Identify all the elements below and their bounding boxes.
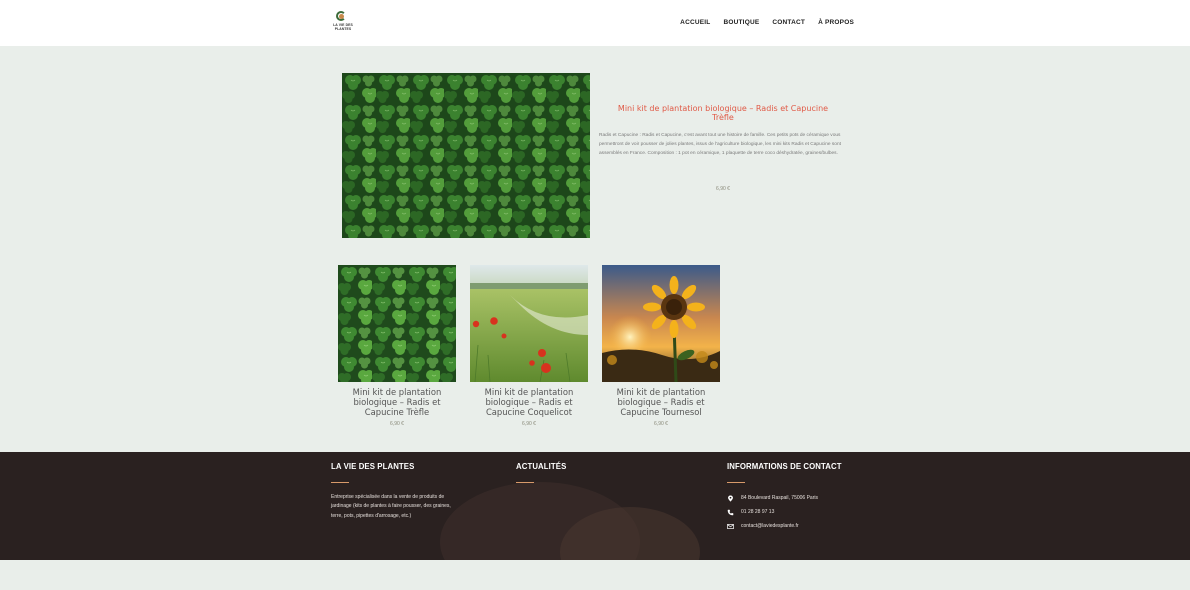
- footer-divider: [727, 482, 745, 483]
- product-price: 6,90 €: [654, 421, 668, 427]
- product-card[interactable]: Mini kit de plantation biologique – Radi…: [338, 265, 456, 427]
- footer-about: LA VIE DES PLANTES Entreprise spécialisé…: [331, 462, 459, 521]
- product-image[interactable]: [338, 265, 456, 382]
- seed-icon: [339, 14, 344, 19]
- product-image[interactable]: [602, 265, 720, 382]
- featured-product-price: 6,90 €: [716, 186, 730, 192]
- product-title[interactable]: Mini kit de plantation biologique – Radi…: [602, 387, 720, 417]
- product-title[interactable]: Mini kit de plantation biologique – Radi…: [470, 387, 588, 417]
- product-title[interactable]: Mini kit de plantation biologique – Radi…: [338, 387, 456, 417]
- footer-about-heading: LA VIE DES PLANTES: [331, 462, 415, 471]
- clover-image: [342, 73, 590, 238]
- nav-item-contact[interactable]: CONTACT: [772, 19, 805, 26]
- sunflower-image: [602, 265, 720, 382]
- product-price: 6,90 €: [522, 421, 536, 427]
- site-footer: LA VIE DES PLANTES Entreprise spécialisé…: [0, 452, 1190, 560]
- product-image[interactable]: [470, 265, 588, 382]
- featured-product-description: Radis et Capucine : Radis et Capucine, c…: [599, 133, 841, 157]
- poppy-field-image: [470, 265, 588, 382]
- footer-phone-row: 01 28 28 97 13: [727, 505, 842, 519]
- product-price: 6,90 €: [390, 421, 404, 427]
- logo-text: LA VIE DES PLANTES: [330, 23, 356, 31]
- featured-product-title[interactable]: Mini kit de plantation biologique – Radi…: [606, 104, 840, 122]
- main-nav: ACCUEIL BOUTIQUE CONTACT À PROPOS: [680, 19, 854, 26]
- footer-divider: [516, 482, 534, 483]
- footer-contact-heading: INFORMATIONS DE CONTACT: [727, 462, 842, 471]
- footer-email-row: contact@laviedesplante.fr: [727, 519, 842, 533]
- nav-item-boutique[interactable]: BOUTIQUE: [723, 19, 759, 26]
- nav-item-a-propos[interactable]: À PROPOS: [818, 19, 854, 26]
- footer-email[interactable]: contact@laviedesplante.fr: [741, 523, 799, 529]
- footer-about-text: Entreprise spécialisée dans la vente de …: [331, 494, 451, 519]
- footer-news: ACTUALITÉS: [516, 462, 566, 483]
- envelope-icon: [727, 523, 734, 529]
- clover-image: [338, 265, 456, 382]
- logo-line-2: PLANTES: [334, 27, 352, 31]
- site-header: LA VIE DES PLANTES ACCUEIL BOUTIQUE CONT…: [0, 0, 1190, 46]
- brand-logo[interactable]: LA VIE DES PLANTES: [330, 10, 356, 36]
- nav-item-accueil[interactable]: ACCUEIL: [680, 19, 710, 26]
- footer-address: 84 Boulevard Raspail, 75006 Paris: [741, 495, 818, 501]
- phone-icon: [727, 509, 734, 515]
- featured-product-image[interactable]: [342, 73, 590, 238]
- footer-news-heading: ACTUALITÉS: [516, 462, 567, 471]
- product-card[interactable]: Mini kit de plantation biologique – Radi…: [470, 265, 588, 427]
- footer-phone[interactable]: 01 28 28 97 13: [741, 509, 774, 515]
- map-pin-icon: [728, 494, 733, 502]
- footer-contact: INFORMATIONS DE CONTACT 84 Boulevard Ras…: [727, 462, 842, 533]
- footer-divider: [331, 482, 349, 483]
- product-card[interactable]: Mini kit de plantation biologique – Radi…: [602, 265, 720, 427]
- footer-address-row: 84 Boulevard Raspail, 75006 Paris: [727, 491, 842, 505]
